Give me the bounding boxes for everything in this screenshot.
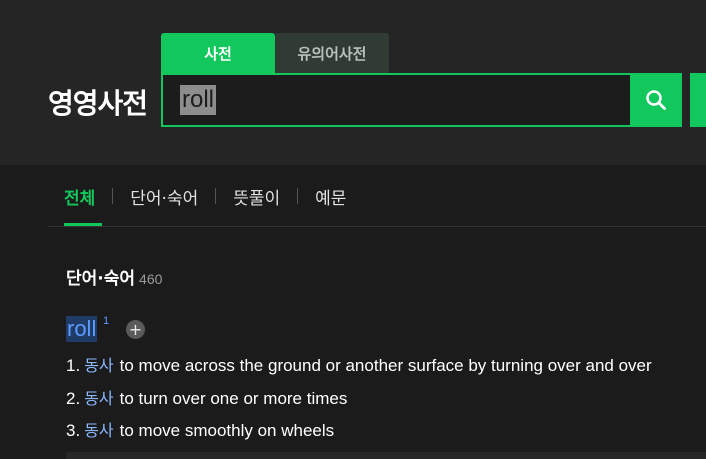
- search-input[interactable]: [161, 73, 630, 127]
- section-title-text: 단어·숙어: [66, 269, 136, 289]
- divider: [48, 226, 706, 227]
- filter-tab-examples[interactable]: 예문: [315, 184, 346, 209]
- tab-synonyms[interactable]: 유의어사전: [275, 33, 389, 73]
- definition-item: 1. 동사 to move across the ground or another…: [66, 352, 652, 376]
- definition-number: 2.: [66, 389, 81, 408]
- definition-text: to turn over one or more times: [119, 389, 348, 408]
- definition-item: 2. 동사 to turn over one or more times: [66, 385, 347, 409]
- entry-superscript: 1: [103, 315, 110, 327]
- search-button[interactable]: [630, 73, 682, 127]
- tab-dictionary[interactable]: 사전: [161, 33, 275, 73]
- section-count: 460: [139, 271, 163, 287]
- filter-tab-all[interactable]: 전체: [64, 184, 95, 209]
- definition-item: 3. 동사 to move smoothly on wheels: [66, 417, 334, 441]
- definition-text: to move across the ground or another sur…: [119, 356, 652, 375]
- definition-number: 1.: [66, 356, 81, 375]
- filter-tabs: 전체 단어·숙어 뜻풀이 예문: [64, 183, 346, 209]
- dictionary-title: 영영사전: [48, 87, 148, 120]
- definition-text: to move smoothly on wheels: [119, 421, 335, 440]
- tab-separator: [297, 188, 299, 204]
- tab-separator: [112, 188, 114, 204]
- example-box: [66, 452, 706, 459]
- part-of-speech: 동사: [84, 356, 114, 375]
- search-icon: [646, 90, 666, 110]
- add-to-wordbook-button[interactable]: +: [126, 320, 145, 339]
- part-of-speech: 동사: [84, 389, 114, 408]
- entry-word-link[interactable]: roll: [66, 316, 98, 342]
- search-query-text[interactable]: roll: [180, 85, 217, 115]
- filter-tab-words[interactable]: 단어·숙어: [130, 184, 198, 209]
- definition-number: 3.: [66, 421, 81, 440]
- part-of-speech: 동사: [84, 421, 114, 440]
- extra-button[interactable]: [690, 73, 706, 127]
- filter-tab-meanings[interactable]: 뜻풀이: [233, 184, 280, 209]
- tab-separator: [215, 188, 217, 204]
- section-title: 단어·숙어 460: [66, 264, 162, 289]
